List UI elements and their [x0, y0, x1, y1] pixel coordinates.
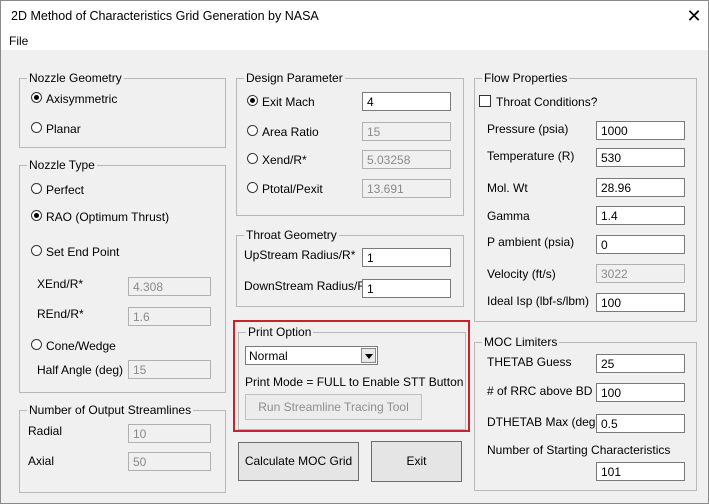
flow-properties-group: Flow Properties: [474, 71, 697, 322]
rao-radio[interactable]: [31, 210, 42, 221]
exit-mach-radio[interactable]: [247, 95, 258, 106]
rend-field[interactable]: [128, 307, 211, 326]
area-ratio-field[interactable]: [362, 122, 451, 141]
moc-limiters-title: MOC Limiters: [482, 335, 560, 349]
xend-r-radio[interactable]: [247, 153, 258, 164]
planar-radio[interactable]: [31, 122, 42, 133]
throat-geometry-title: Throat Geometry: [244, 228, 339, 242]
output-streamlines-title: Number of Output Streamlines: [27, 403, 194, 417]
cone-wedge-label: Cone/Wedge: [46, 339, 116, 353]
nozzle-geometry-group: Nozzle Geometry: [19, 71, 226, 148]
pressure-field[interactable]: [596, 121, 685, 140]
print-mode-note: Print Mode = FULL to Enable STT Button: [245, 375, 464, 389]
flow-properties-title: Flow Properties: [482, 71, 570, 85]
area-ratio-radio[interactable]: [247, 125, 258, 136]
dthetab-max-label: DTHETAB Max (deg): [487, 415, 600, 429]
close-icon[interactable]: ✕: [681, 3, 707, 29]
radial-field[interactable]: [128, 424, 211, 443]
thetab-guess-label: THETAB Guess: [487, 355, 572, 369]
print-option-select[interactable]: Normal: [245, 346, 378, 365]
set-end-point-label: Set End Point: [46, 245, 120, 259]
exit-button[interactable]: Exit: [371, 441, 462, 482]
downstream-radius-label: DownStream Radius/R*: [244, 279, 371, 293]
velocity-field[interactable]: [596, 264, 685, 283]
print-option-value: Normal: [249, 349, 288, 363]
exit-mach-field[interactable]: [362, 92, 451, 111]
rend-label: REnd/R*: [37, 307, 84, 321]
app-window: 2D Method of Characteristics Grid Genera…: [0, 0, 709, 504]
ideal-isp-label: Ideal Isp (lbf-s/lbm): [487, 294, 590, 308]
thetab-guess-field[interactable]: [596, 354, 685, 373]
menu-bar: File: [1, 32, 708, 50]
ideal-isp-field[interactable]: [596, 293, 685, 312]
dthetab-max-field[interactable]: [596, 414, 685, 433]
perfect-label: Perfect: [46, 183, 85, 197]
throat-conditions-checkbox[interactable]: [479, 95, 491, 107]
chevron-down-icon[interactable]: [361, 348, 376, 363]
nozzle-geometry-title: Nozzle Geometry: [27, 71, 124, 85]
xend-label: XEnd/R*: [37, 277, 84, 291]
temperature-field[interactable]: [596, 148, 685, 167]
xend-r-field[interactable]: [362, 150, 451, 169]
velocity-label: Velocity (ft/s): [487, 267, 556, 281]
run-streamline-tracing-button[interactable]: Run Streamline Tracing Tool: [245, 394, 422, 420]
axisymmetric-radio[interactable]: [31, 92, 42, 103]
ptotal-pexit-radio[interactable]: [247, 182, 258, 193]
xend-field[interactable]: [128, 277, 211, 296]
calculate-moc-grid-button[interactable]: Calculate MOC Grid: [238, 442, 359, 481]
temperature-label: Temperature (R): [487, 149, 575, 163]
radial-label: Radial: [28, 424, 63, 438]
set-end-point-radio[interactable]: [31, 245, 42, 256]
p-ambient-label: P ambient (psia): [487, 235, 575, 249]
title-bar: 2D Method of Characteristics Grid Genera…: [1, 1, 708, 32]
rrc-label: # of RRC above BD: [487, 384, 593, 398]
p-ambient-field[interactable]: [596, 235, 685, 254]
mol-wt-label: Mol. Wt: [487, 181, 528, 195]
gamma-label: Gamma: [487, 209, 530, 223]
rao-label: RAO (Optimum Thrust): [46, 210, 170, 224]
axisymmetric-label: Axisymmetric: [46, 92, 118, 106]
pressure-label: Pressure (psia): [487, 122, 569, 136]
nozzle-type-title: Nozzle Type: [27, 158, 97, 172]
ptotal-pexit-label: Ptotal/Pexit: [262, 182, 323, 196]
upstream-radius-label: UpStream Radius/R*: [244, 248, 356, 262]
half-angle-field[interactable]: [128, 360, 211, 379]
design-parameter-title: Design Parameter: [244, 71, 345, 85]
area-ratio-label: Area Ratio: [262, 125, 319, 139]
planar-label: Planar: [46, 122, 81, 136]
perfect-radio[interactable]: [31, 183, 42, 194]
window-title: 2D Method of Characteristics Grid Genera…: [11, 9, 319, 23]
throat-conditions-label: Throat Conditions?: [496, 95, 598, 109]
menu-file[interactable]: File: [9, 34, 28, 48]
starting-characteristics-label: Number of Starting Characteristics: [487, 443, 671, 457]
exit-mach-label: Exit Mach: [262, 95, 315, 109]
gamma-field[interactable]: [596, 206, 685, 225]
half-angle-label: Half Angle (deg): [37, 363, 124, 377]
mol-wt-field[interactable]: [596, 178, 685, 197]
downstream-radius-field[interactable]: [362, 279, 451, 298]
upstream-radius-field[interactable]: [362, 248, 451, 267]
cone-wedge-radio[interactable]: [31, 339, 42, 350]
axial-field[interactable]: [128, 452, 211, 471]
rrc-field[interactable]: [596, 383, 685, 402]
ptotal-pexit-field[interactable]: [362, 179, 451, 198]
xend-r-label: Xend/R*: [262, 153, 307, 167]
axial-label: Axial: [28, 454, 55, 468]
print-option-title: Print Option: [246, 325, 314, 339]
starting-characteristics-field[interactable]: [596, 462, 685, 481]
